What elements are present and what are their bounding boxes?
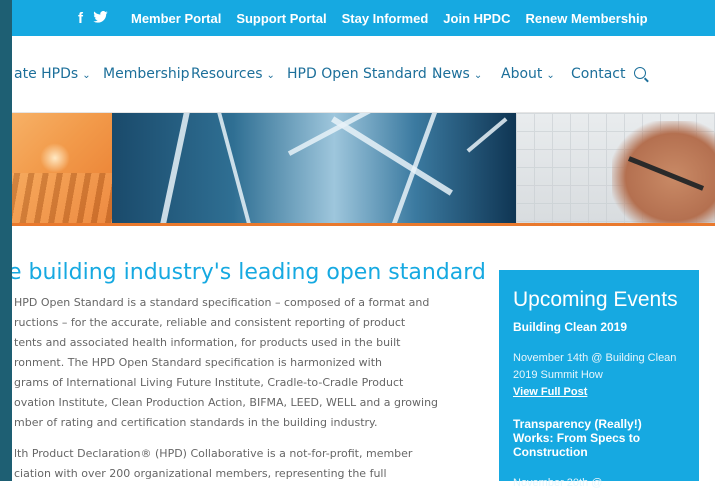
- hero-banner: [0, 113, 715, 223]
- nav-item-contact[interactable]: Contact: [571, 66, 625, 82]
- intro-paragraph: HPD Open Standard is a standard specific…: [14, 293, 454, 433]
- nav-item-label: About: [501, 66, 543, 82]
- nav-item-hpd-open-standard[interactable]: HPD Open Standard ⌄: [287, 66, 439, 82]
- event-title[interactable]: Building Clean 2019: [513, 320, 685, 334]
- chevron-down-icon: ⌄: [473, 70, 483, 81]
- nav-item-label: ate HPDs: [14, 66, 79, 82]
- nav-item-label: HPD Open Standard: [287, 66, 427, 82]
- view-full-post-link[interactable]: View Full Post: [513, 384, 685, 401]
- main-navigation: ate HPDs ⌄ Membership Resources ⌄ HPD Open…: [0, 36, 715, 113]
- search-icon[interactable]: [634, 67, 646, 79]
- renew-membership-link[interactable]: Renew Membership: [525, 11, 647, 26]
- social-links: f: [78, 0, 108, 36]
- banner-image-drafting: [516, 113, 715, 223]
- event-title[interactable]: Transparency (Really!) Works: From Specs…: [513, 417, 685, 459]
- chevron-down-icon: ⌄: [546, 70, 555, 81]
- paragraph-line: ronment. The HPD Open Standard specifica…: [14, 356, 383, 369]
- chevron-down-icon: ⌄: [82, 70, 91, 81]
- nav-item-about[interactable]: About ⌄: [501, 66, 555, 82]
- nav-item-resources[interactable]: Resources ⌄: [191, 66, 275, 82]
- page-headline: e building industry's leading open stand…: [8, 260, 486, 285]
- facebook-icon[interactable]: f: [78, 10, 83, 27]
- event-summary: November 14th @ Building Clean 2019 Summ…: [513, 352, 677, 381]
- stay-informed-link[interactable]: Stay Informed: [342, 11, 429, 26]
- nav-item-create-hpds[interactable]: ate HPDs ⌄: [14, 66, 91, 82]
- nav-item-label: Contact: [571, 66, 626, 82]
- top-links: Member Portal Support Portal Stay Inform…: [131, 0, 663, 36]
- event-summary: November 20th @: [513, 477, 603, 489]
- paragraph-line: ovation Institute, Clean Production Acti…: [14, 396, 439, 409]
- twitter-icon[interactable]: [93, 10, 108, 26]
- paragraph-line: ciation with over 200 organizational mem…: [14, 467, 387, 480]
- support-portal-link[interactable]: Support Portal: [236, 11, 326, 26]
- left-edge-bar: [0, 0, 12, 481]
- about-paragraph: lth Product Declaration® (HPD) Collabora…: [14, 444, 454, 484]
- banner-image-architecture: [112, 113, 516, 223]
- banner-divider: [0, 223, 715, 226]
- paragraph-line: HPD Open Standard is a standard specific…: [14, 296, 430, 309]
- events-title: Upcoming Events: [513, 288, 678, 311]
- nav-item-label: News: [432, 66, 470, 82]
- top-utility-bar: f Member Portal Support Portal Stay Info…: [0, 0, 715, 36]
- join-hpdc-link[interactable]: Join HPDC: [443, 11, 510, 26]
- nav-item-label: Membership: [103, 66, 190, 82]
- nav-item-news[interactable]: News ⌄: [432, 66, 482, 82]
- nav-item-membership[interactable]: Membership: [103, 66, 190, 82]
- nav-item-label: Resources: [191, 66, 263, 82]
- paragraph-line: mber of rating and certification standar…: [14, 416, 378, 429]
- paragraph-line: lth Product Declaration® (HPD) Collabora…: [14, 447, 413, 460]
- paragraph-line: tents and associated health information,…: [14, 336, 401, 349]
- paragraph-line: grams of International Living Future Ins…: [14, 376, 404, 389]
- paragraph-line: ructions – for the accurate, reliable an…: [14, 316, 406, 329]
- member-portal-link[interactable]: Member Portal: [131, 11, 221, 26]
- banner-image-solar: [0, 113, 112, 223]
- chevron-down-icon: ⌄: [266, 70, 275, 81]
- upcoming-events-panel: Upcoming Events Building Clean 2019 Nove…: [499, 270, 699, 489]
